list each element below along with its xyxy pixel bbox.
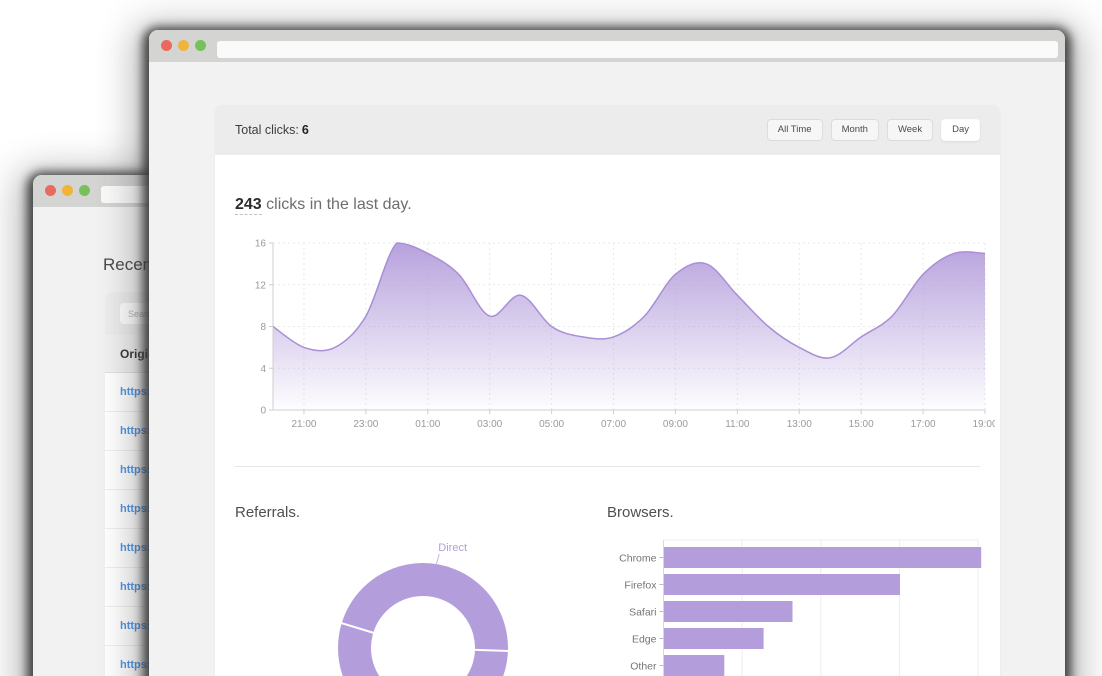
total-clicks: Total clicks: 6 [235,123,309,137]
svg-text:Edge: Edge [632,634,657,646]
svg-text:0: 0 [260,406,266,417]
front-window-titlebar [149,30,1065,62]
svg-text:11:00: 11:00 [725,419,750,430]
traffic-lights [45,185,90,196]
url-bar[interactable] [217,41,1058,58]
svg-text:23:00: 23:00 [353,419,378,430]
stats-card-header: Total clicks: 6 All Time Month Week Day [215,105,1000,155]
clicks-count: 243 [235,196,262,215]
total-clicks-value: 6 [301,123,309,137]
filter-button-month[interactable]: Month [830,118,879,142]
time-filter-buttons: All Time Month Week Day [766,118,980,142]
svg-text:12: 12 [255,280,267,291]
svg-text:Firefox: Firefox [624,580,657,592]
page: Recent links. Original URL https://https… [0,0,1102,676]
filter-button-week[interactable]: Week [886,118,934,142]
stats-card-body: 243 clicks in the last day. 21:00 23:00 01… [215,155,1000,676]
svg-text:4: 4 [260,364,266,375]
referrals-donut-chart: Direct [338,542,510,676]
fullscreen-window-icon[interactable] [79,185,90,196]
svg-text:Safari: Safari [629,607,656,619]
front-window-body: Total clicks: 6 All Time Month Week Day 243 … [149,62,1065,676]
svg-text:05:00: 05:00 [539,419,564,430]
svg-text:21:00: 21:00 [291,419,316,430]
filter-button-day[interactable]: Day [941,118,980,142]
close-window-icon[interactable] [161,40,172,51]
total-clicks-label: Total clicks: [235,123,299,137]
traffic-lights [161,40,206,51]
referrals-title: Referrals. [235,504,301,521]
svg-text:Chrome: Chrome [619,553,657,565]
svg-text:19:00: 19:00 [972,419,995,430]
donut-label-direct: Direct [438,542,467,554]
fullscreen-window-icon[interactable] [195,40,206,51]
minimize-window-icon[interactable] [62,185,73,196]
clicks-headline: 243 clicks in the last day. [235,196,412,215]
minimize-window-icon[interactable] [178,40,189,51]
stats-card: Total clicks: 6 All Time Month Week Day 243 … [215,105,1000,676]
svg-text:17:00: 17:00 [911,419,936,430]
svg-text:01:00: 01:00 [415,419,440,430]
svg-text:03:00: 03:00 [477,419,502,430]
browsers-bar-chart: Chrome Firefox Safari Edge Other [619,539,982,676]
svg-text:15:00: 15:00 [849,419,874,430]
clicks-headline-text: clicks in the last day. [261,196,412,213]
svg-text:Other: Other [630,661,657,673]
clicks-area-chart: 21:00 23:00 01:00 03:00 05:00 07:00 09:00 11:00… [255,239,995,431]
svg-text:07:00: 07:00 [601,419,626,430]
svg-text:16: 16 [255,239,267,250]
analytics-browser-window: Total clicks: 6 All Time Month Week Day 243 … [149,30,1065,676]
filter-button-all-time[interactable]: All Time [766,118,823,142]
section-divider [235,466,980,467]
svg-text:8: 8 [260,322,266,333]
svg-text:13:00: 13:00 [787,419,812,430]
svg-text:09:00: 09:00 [663,419,688,430]
close-window-icon[interactable] [45,185,56,196]
browsers-title: Browsers. [607,504,674,521]
